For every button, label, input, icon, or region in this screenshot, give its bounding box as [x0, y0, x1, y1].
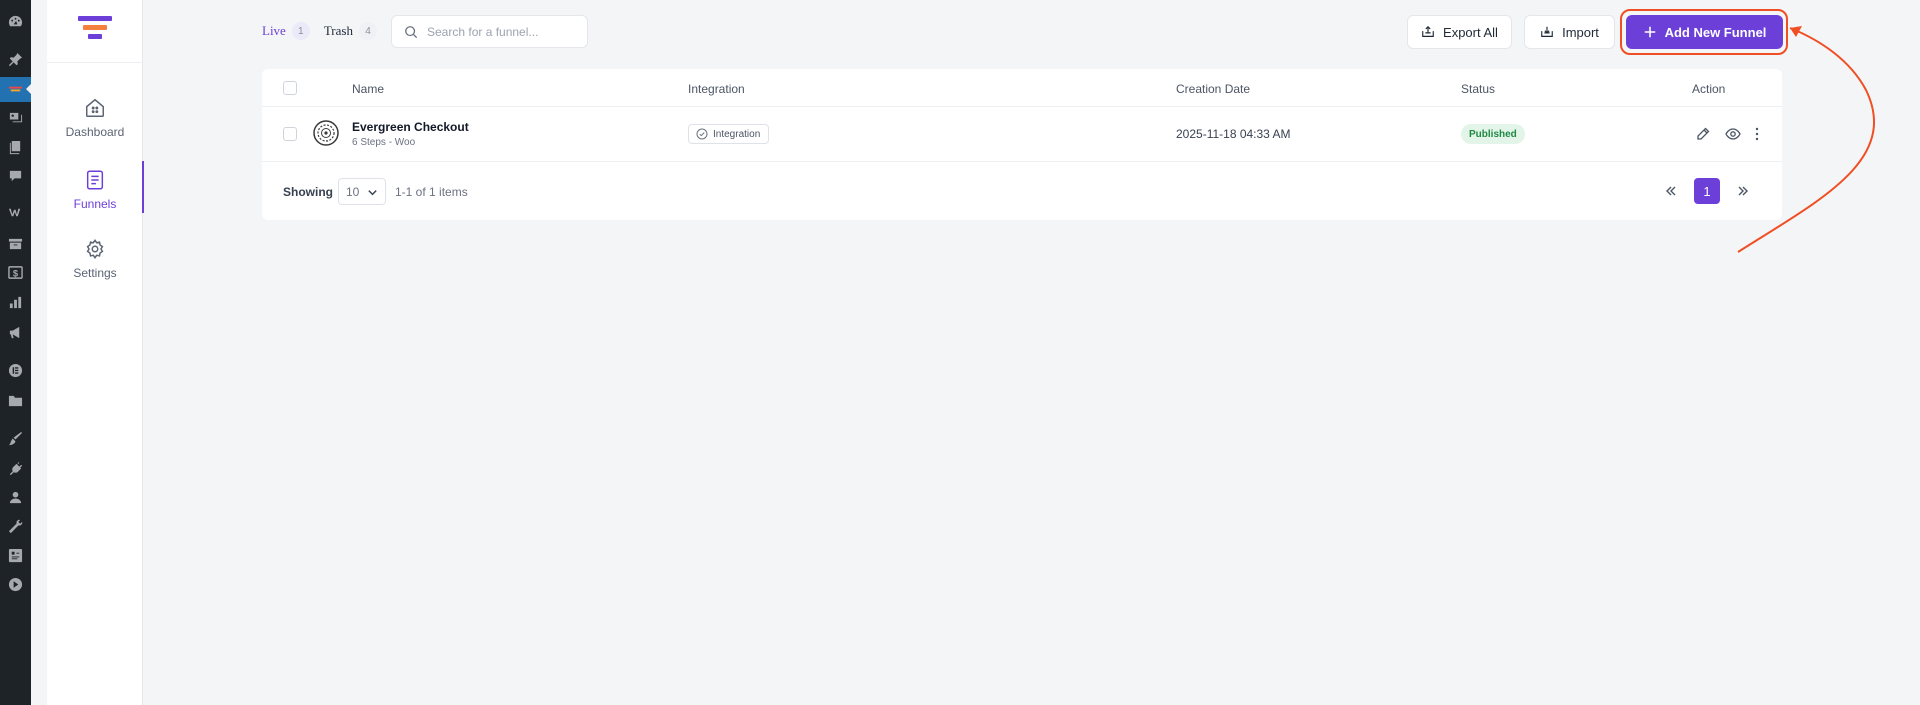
column-header-status: Status — [1461, 82, 1496, 96]
sidebar-item-settings[interactable]: Settings — [47, 238, 143, 294]
sidebar-item-label: Dashboard — [65, 125, 125, 139]
tab-count-badge: 1 — [291, 22, 310, 40]
next-page-button[interactable] — [1730, 178, 1756, 204]
media-icon[interactable] — [8, 111, 23, 126]
tab-live[interactable]: Live 1 — [262, 22, 310, 40]
status-badge: Published — [1461, 124, 1525, 144]
integration-button[interactable]: Integration — [688, 124, 770, 144]
document-icon — [86, 170, 104, 190]
sidebar-item-label: Funnels — [73, 197, 117, 211]
funnel-thumbnail — [313, 120, 339, 146]
plugin-sidebar: Dashboard Funnels Settings — [47, 0, 144, 705]
search-icon — [405, 25, 418, 38]
more-vertical-icon[interactable] — [1749, 126, 1765, 142]
column-header-action: Action — [1692, 82, 1726, 96]
funnel-meta: 6 Steps - Woo — [352, 137, 416, 148]
plugin-active-icon[interactable] — [8, 82, 23, 97]
plus-icon — [1644, 26, 1655, 38]
current-page-number: 1 — [1703, 183, 1711, 199]
gear-icon — [86, 239, 104, 259]
chevron-down-icon — [368, 190, 377, 196]
users-icon[interactable] — [8, 490, 23, 505]
table-row: Evergreen Checkout 6 Steps - Woo Integra… — [262, 107, 1782, 162]
import-icon — [1541, 26, 1553, 37]
sidebar-item-dashboard[interactable]: Dashboard — [47, 97, 143, 153]
add-new-funnel-button[interactable]: Add New Funnel — [1626, 15, 1783, 49]
funnel-name[interactable]: Evergreen Checkout — [352, 120, 469, 134]
tools-icon[interactable] — [8, 519, 23, 534]
export-all-button[interactable]: Export All — [1407, 15, 1512, 49]
funnels-table: Name Integration Creation Date Status Ac… — [262, 69, 1782, 220]
showing-label: Showing — [283, 185, 333, 199]
woo-icon[interactable] — [8, 205, 23, 220]
tab-count-badge: 4 — [358, 22, 377, 40]
elementor-icon[interactable] — [8, 363, 23, 378]
select-all-checkbox[interactable] — [283, 81, 297, 95]
svg-text:$: $ — [13, 268, 19, 278]
edit-icon[interactable] — [1695, 126, 1711, 142]
plugins-icon[interactable] — [8, 461, 23, 476]
search-box — [391, 15, 588, 48]
folder-icon[interactable] — [8, 393, 23, 408]
sidebar-item-label: Settings — [73, 266, 117, 280]
export-all-label: Export All — [1443, 24, 1498, 40]
integration-label: Integration — [713, 128, 761, 140]
funnel-logo — [78, 16, 112, 44]
payments-icon[interactable]: $ — [8, 265, 23, 280]
per-page-select[interactable]: 10 — [338, 178, 386, 205]
check-circle-icon — [696, 128, 708, 140]
creation-date: 2025-11-18 04:33 AM — [1176, 127, 1291, 141]
comments-icon[interactable] — [8, 169, 23, 184]
pages-icon[interactable] — [8, 140, 23, 155]
chevrons-left-icon — [1666, 186, 1676, 196]
status-tabs: Live 1 Trash 4 — [262, 22, 377, 40]
archive-icon[interactable] — [8, 236, 23, 251]
home-icon — [86, 98, 104, 117]
export-icon — [1422, 25, 1434, 37]
play-icon[interactable] — [8, 577, 23, 592]
appearance-icon[interactable] — [8, 431, 23, 446]
tab-label: Live — [262, 23, 286, 38]
import-button[interactable]: Import — [1524, 15, 1615, 49]
chevrons-right-icon — [1738, 186, 1748, 196]
dashboard-icon[interactable] — [8, 14, 23, 29]
add-new-funnel-label: Add New Funnel — [1664, 24, 1767, 40]
analytics-icon[interactable] — [8, 295, 23, 310]
row-checkbox[interactable] — [283, 127, 297, 141]
per-page-value: 10 — [346, 184, 360, 199]
active-menu-notch — [26, 84, 31, 94]
tab-label: Trash — [323, 23, 353, 38]
table-footer: Showing 10 1-1 of 1 items 1 — [262, 162, 1782, 220]
column-header-creation-date: Creation Date — [1176, 82, 1251, 96]
column-header-integration: Integration — [688, 82, 745, 96]
wp-admin-sidebar: $ — [0, 0, 31, 705]
page-button-current[interactable]: 1 — [1694, 178, 1720, 204]
items-range: 1-1 of 1 items — [395, 185, 468, 199]
settings-icon[interactable] — [8, 548, 23, 563]
column-header-name: Name — [352, 82, 385, 96]
table-header: Name Integration Creation Date Status Ac… — [262, 69, 1782, 107]
search-input[interactable] — [427, 24, 577, 39]
previous-page-button[interactable] — [1658, 178, 1684, 204]
marketing-icon[interactable] — [8, 325, 23, 340]
import-label: Import — [1562, 24, 1599, 40]
pin-icon[interactable] — [8, 52, 23, 67]
eye-icon[interactable] — [1725, 126, 1741, 142]
sidebar-divider — [47, 62, 143, 63]
tab-trash[interactable]: Trash 4 — [324, 22, 377, 40]
sidebar-item-funnels[interactable]: Funnels — [47, 161, 144, 225]
